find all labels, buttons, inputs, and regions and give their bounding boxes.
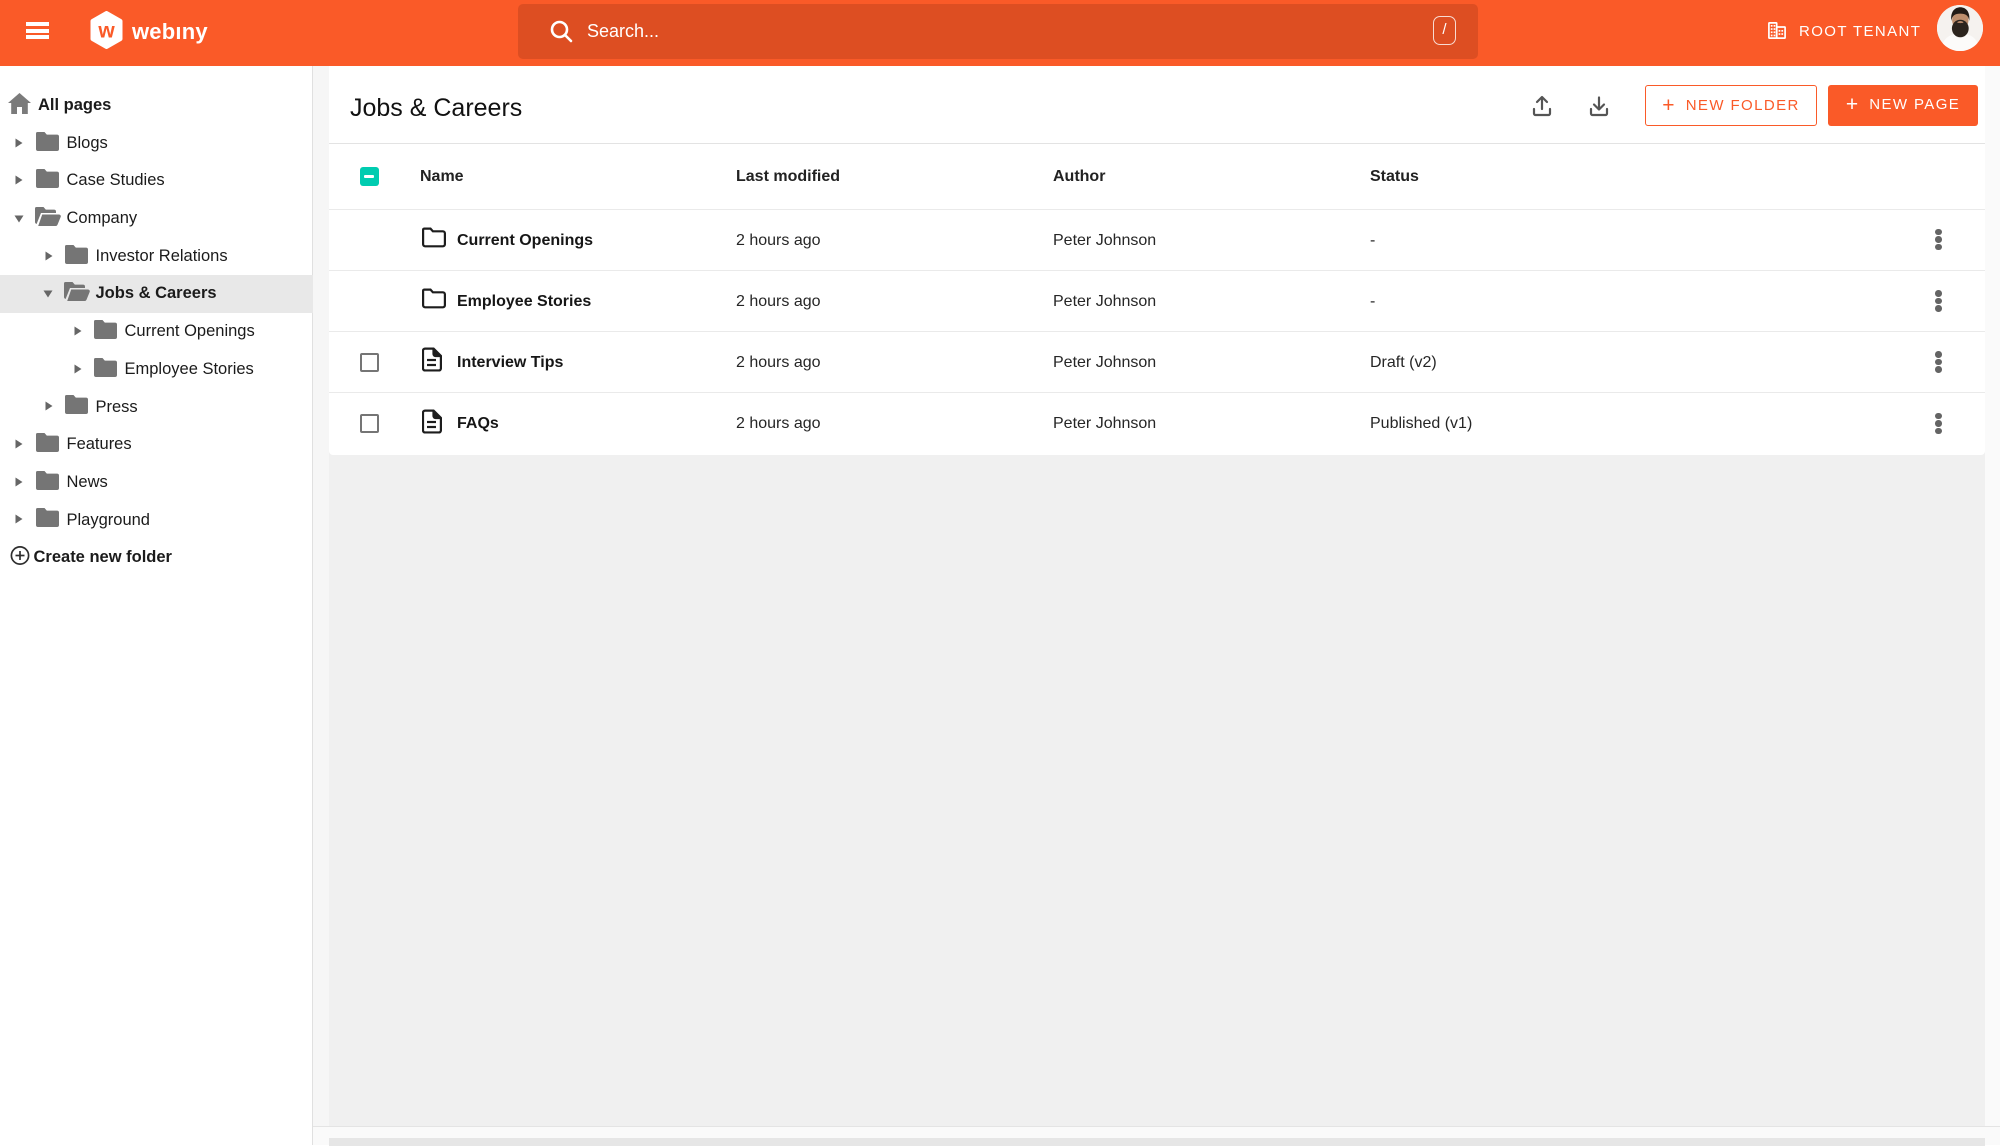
svg-text:w: w <box>97 20 115 43</box>
